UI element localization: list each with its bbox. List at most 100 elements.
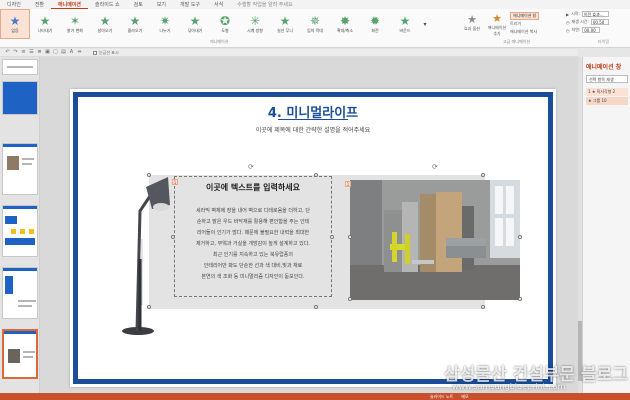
animation-shape[interactable]: ✪ 도형 (210, 9, 240, 39)
undo-icon[interactable]: ↶ (5, 50, 10, 55)
slide-thumbnail[interactable] (2, 143, 38, 195)
powerpoint-window: 디자인 전환 애니메이션 슬라이드 쇼 검토 보기 개발 도구 서식 수행할 작… (0, 0, 630, 400)
thumb-blue-block (5, 276, 13, 294)
resize-handle[interactable] (348, 297, 352, 301)
star-icon: ★ (39, 13, 51, 28)
star-icon: ★ (9, 13, 21, 28)
text-line: 제거하고, 부엌과 거실을 개방감이 높게 설계하고 있다. (196, 241, 310, 247)
notes-button[interactable]: 슬라이드 노트 (430, 394, 453, 400)
gridlines-checkbox[interactable]: 눈금선 표시 (93, 50, 119, 56)
thumb-image (8, 349, 20, 363)
effect-options-button[interactable]: ★ 효과 옵션 (462, 13, 482, 32)
tab-developer[interactable]: 개발 도구 (173, 1, 207, 8)
star-icon: ✸ (339, 13, 351, 28)
effect-options-icon: ★ (467, 13, 477, 26)
resize-handle[interactable] (314, 305, 318, 309)
star-icon: ✷ (159, 13, 171, 28)
tab-animations[interactable]: 애니메이션 (51, 1, 89, 9)
animation-swivel[interactable]: ✹ 회전 (360, 9, 390, 39)
comments-button[interactable]: 메모 (461, 394, 468, 400)
tab-slideshow[interactable]: 슬라이드 쇼 (88, 1, 127, 8)
animation-random-bars[interactable]: ★ 실선 무늬 (270, 9, 300, 39)
thumb-blue-block (5, 238, 35, 245)
rotate-handle-icon[interactable]: ⟳ (432, 163, 438, 171)
gallery-more-button[interactable]: ▾ (420, 9, 430, 39)
animation-float-in[interactable]: ★ 올라오기 (120, 9, 150, 39)
tab-design[interactable]: 디자인 (0, 1, 28, 8)
thumb-line (18, 300, 36, 302)
animation-fade[interactable]: ✶ 밝기 변화 (60, 9, 90, 39)
resize-handle[interactable] (481, 173, 485, 177)
thumb-blue-band (3, 82, 37, 114)
align-right-icon[interactable]: ≣ (37, 50, 42, 55)
tell-me-search[interactable]: 수행할 작업을 알려 주세요 (230, 1, 299, 8)
distribute-icon[interactable]: ⇹ (77, 50, 82, 55)
animation-list-item[interactable]: 1 ★ 직사각형 2 (586, 88, 628, 96)
text-size-icon[interactable]: A (69, 50, 74, 55)
slide-thumbnail-panel (0, 57, 40, 393)
animation-appear[interactable]: ★ 나타내기 (30, 9, 60, 39)
slide-thumbnail[interactable] (2, 59, 38, 75)
trigger-button[interactable]: 트리거 (510, 21, 521, 27)
send-back-icon[interactable]: ▢ (53, 50, 58, 55)
thumb-icon-b (20, 229, 25, 234)
star-icon: ★ (129, 13, 141, 28)
start-select[interactable]: 이전 효과... (581, 11, 609, 17)
slide-thumbnail[interactable] (2, 205, 38, 257)
tab-format[interactable]: 서식 (207, 1, 230, 8)
text-body[interactable]: 세라믹 벽체에 장을 내어 벽으로 디테로움을 더하고, 단 순하고 밝은 우드… (178, 206, 328, 283)
animation-wipe[interactable]: ★ 닦아내기 (180, 9, 210, 39)
resize-handle[interactable] (147, 305, 151, 309)
animation-split[interactable]: ✷ 나누기 (150, 9, 180, 39)
align-center-icon[interactable]: ☰ (29, 50, 34, 55)
interior-photo[interactable] (350, 180, 520, 300)
thumb-line (22, 163, 32, 165)
star-icon: ★ (279, 13, 291, 28)
resize-handle[interactable] (171, 235, 175, 239)
slide-thumbnail[interactable] (2, 267, 38, 319)
animation-pane-button[interactable]: 애니메이션 창 (510, 12, 540, 20)
thumb-icon-a (11, 229, 16, 234)
bring-front-icon[interactable]: ▣ (45, 50, 50, 55)
redo-icon[interactable]: ↷ (13, 50, 18, 55)
group-icon[interactable]: ▤ (61, 50, 66, 55)
star-icon: ★ (399, 13, 411, 28)
thumb-line (22, 158, 34, 160)
resize-handle[interactable] (481, 305, 485, 309)
animation-zoom[interactable]: ✸ 확대/축소 (330, 9, 360, 39)
animation-grow-turn[interactable]: ✵ 임의 막대 (300, 9, 330, 39)
resize-handle[interactable] (518, 235, 522, 239)
resize-handle[interactable] (314, 173, 318, 177)
group-label-timing: 타이밍 (598, 39, 610, 44)
resize-handle[interactable] (348, 235, 352, 239)
tab-review[interactable]: 검토 (127, 1, 150, 8)
animation-bounce[interactable]: ★ 바운드 (390, 9, 420, 39)
resize-handle[interactable] (147, 173, 151, 177)
animation-gallery: ★ 없음 ★ 나타내기 ✶ 밝기 변화 ★ 날아오기 ★ 올라오기 ✷ 나누기 ★ 닦아내기 … (0, 9, 458, 48)
slide[interactable]: 4. 미니멀라이프 이곳에 제목에 대한 간략한 설명을 적어주세요 1 이곳에… (70, 89, 556, 387)
add-animation-button[interactable]: ★ 애니메이션 추가 (486, 12, 508, 37)
duration-input[interactable]: 00.50 (590, 19, 609, 25)
animation-list-item[interactable]: ★ 그룹 10 (586, 97, 628, 105)
rotate-handle-icon[interactable]: ⟳ (248, 163, 254, 171)
play-selected-button[interactable]: 선택 항목 재생 (586, 75, 628, 83)
slide-thumbnail-current[interactable] (2, 329, 38, 379)
tab-transitions[interactable]: 전환 (28, 1, 51, 8)
ribbon-tabs: 디자인 전환 애니메이션 슬라이드 쇼 검토 보기 개발 도구 서식 수행할 작… (0, 0, 630, 9)
tab-view[interactable]: 보기 (150, 1, 173, 8)
text-line: 인테리어만 봐도 단순한 선과 색 대비,빛과 재료 (203, 263, 303, 269)
animation-none[interactable]: ★ 없음 (0, 9, 30, 39)
align-left-icon[interactable]: ≡ (21, 50, 26, 55)
animation-wheel[interactable]: ✳ 시계 방향 (240, 9, 270, 39)
floor-lamp-illustration (122, 177, 170, 335)
thumb-icon-c (29, 229, 34, 234)
text-heading[interactable]: 이곳에 텍스트를 입력하세요 (174, 182, 332, 193)
delay-input[interactable]: 00.00 (582, 27, 601, 33)
animation-painter-button[interactable]: 애니메이션 복사 (510, 29, 537, 35)
text-line: 순하고 밝은 우드 바닥재를 활용해 편안함을 주는 인테 (196, 219, 310, 225)
slide-thumbnail[interactable] (2, 81, 38, 115)
resize-handle[interactable] (330, 235, 334, 239)
resize-handle[interactable] (518, 297, 522, 301)
thumb-blue-band (3, 206, 37, 209)
animation-fly-in[interactable]: ★ 날아오기 (90, 9, 120, 39)
